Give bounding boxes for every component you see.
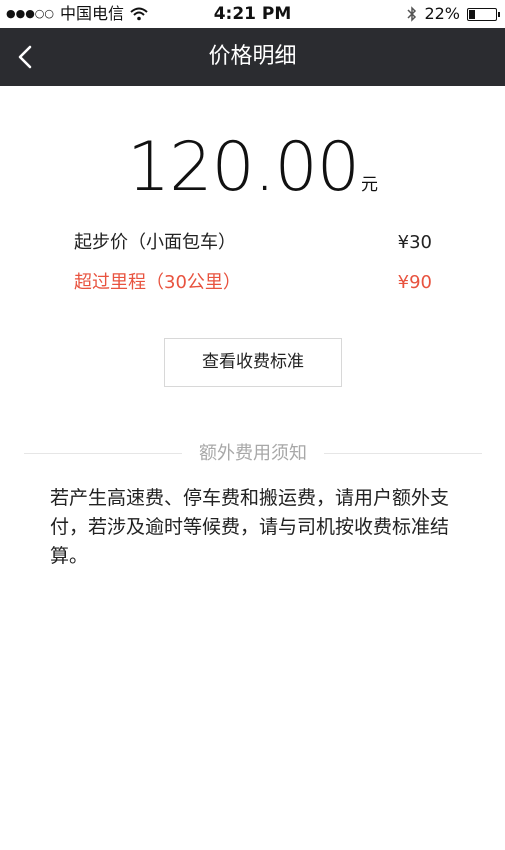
- fee-value: ¥90: [397, 272, 432, 293]
- fee-row-extra-distance: 超过里程（30公里） ¥90: [74, 268, 432, 298]
- status-right: 22%: [407, 0, 500, 28]
- fee-label: 超过里程（30公里）: [74, 272, 241, 293]
- status-bar: ●●●○○ 中国电信 4:21 PM 22%: [0, 0, 505, 28]
- price-total: 120.00 元: [0, 128, 505, 207]
- fee-label: 起步价（小面包车）: [74, 232, 236, 253]
- nav-bar: 价格明细: [0, 28, 505, 86]
- notice-divider: 额外费用须知: [24, 440, 482, 468]
- divider-line-right: [324, 453, 482, 454]
- notice-body: 若产生高速费、停车费和搬运费，请用户额外支付，若涉及逾时等候费，请与司机按收费标…: [50, 487, 450, 567]
- battery-icon: [467, 7, 500, 21]
- view-fee-standard-button[interactable]: 查看收费标准: [164, 338, 342, 387]
- page-title: 价格明细: [208, 44, 297, 69]
- fee-value: ¥30: [397, 232, 432, 253]
- price-unit: 元: [360, 175, 378, 195]
- fee-row-base: 起步价（小面包车） ¥30: [74, 228, 432, 258]
- battery-percent: 22%: [424, 4, 460, 23]
- notice-heading: 额外费用须知: [199, 443, 307, 464]
- price-amount: 120.00: [127, 128, 360, 207]
- battery-level: [469, 9, 475, 19]
- bluetooth-icon: [407, 6, 417, 22]
